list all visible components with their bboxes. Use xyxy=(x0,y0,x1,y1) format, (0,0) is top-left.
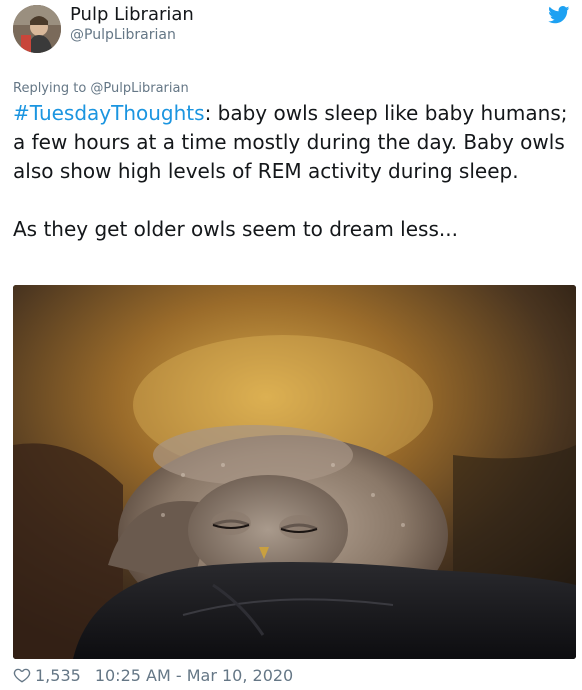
user-handle[interactable]: @PulpLibrarian xyxy=(70,27,176,43)
heart-icon[interactable] xyxy=(13,666,31,684)
tweet-photo[interactable] xyxy=(13,285,576,659)
tweet-footer: 1,535 10:25 AM - Mar 10, 2020 xyxy=(13,663,293,687)
tweet-paragraph-1: #TuesdayThoughts: baby owls sleep like b… xyxy=(13,99,578,186)
tweet-text: #TuesdayThoughts: baby owls sleep like b… xyxy=(13,99,578,244)
display-name[interactable]: Pulp Librarian xyxy=(70,4,194,25)
hashtag-link[interactable]: #TuesdayThoughts xyxy=(13,101,205,125)
timestamp[interactable]: 10:25 AM - Mar 10, 2020 xyxy=(95,666,293,685)
avatar-image xyxy=(13,5,61,53)
sleeping-owl-photo xyxy=(13,285,576,659)
like-count: 1,535 xyxy=(35,665,81,685)
twitter-bird-icon[interactable] xyxy=(548,6,570,24)
replying-to-line[interactable]: Replying to @PulpLibrarian xyxy=(13,81,189,96)
avatar[interactable] xyxy=(13,5,61,53)
tweet-paragraph-2: As they get older owls seem to dream les… xyxy=(13,217,458,241)
